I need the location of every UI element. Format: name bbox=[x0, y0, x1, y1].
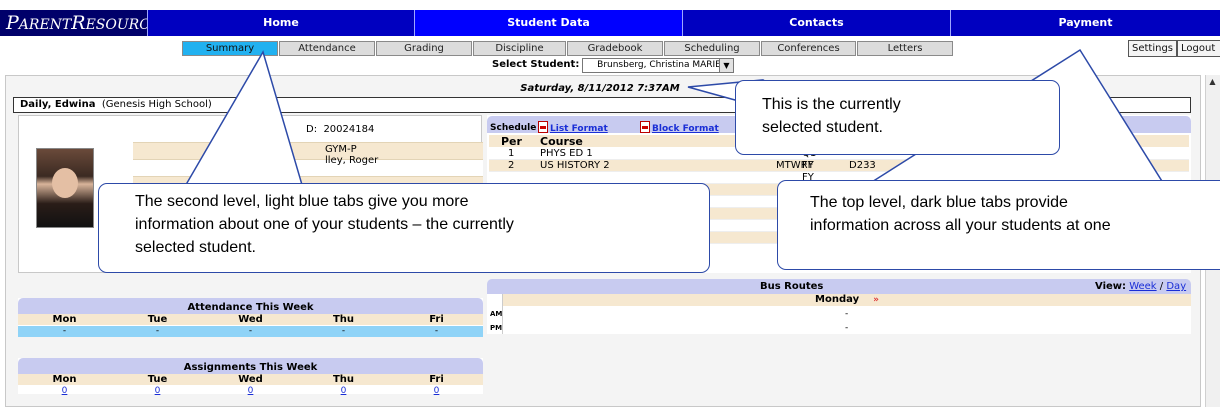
next-day-icon[interactable]: » bbox=[873, 295, 879, 305]
select-student-dropdown[interactable]: Brunsberg, Christina MARIE ▼ bbox=[582, 58, 734, 73]
bus-pm-label: PM bbox=[490, 324, 503, 332]
callout-second-level-tabs: The second level, light blue tabs give y… bbox=[98, 183, 710, 273]
student-school: (Genesis High School) bbox=[101, 99, 212, 110]
bus-am-value: - bbox=[845, 309, 849, 319]
tab-contacts[interactable]: Contacts bbox=[682, 10, 950, 36]
attendance-day-row: Mon Tue Wed Thu Fri bbox=[18, 314, 483, 325]
assignments-fri-link[interactable]: 0 bbox=[390, 386, 483, 397]
student-name: Daily, Edwina bbox=[20, 99, 96, 110]
student-counselor: lley, Roger bbox=[325, 155, 379, 166]
schedule-title: Schedule bbox=[490, 123, 537, 133]
block-format-link[interactable]: Block Format bbox=[640, 121, 719, 134]
select-student-label: Select Student: bbox=[492, 59, 580, 70]
pdf-icon bbox=[538, 121, 548, 133]
student-photo-face bbox=[52, 168, 78, 198]
bus-am-label: AM bbox=[490, 310, 503, 318]
assignments-day-row: Mon Tue Wed Thu Fri bbox=[18, 374, 483, 385]
tab-home[interactable]: Home bbox=[147, 10, 414, 36]
scroll-up-arrow-icon[interactable]: ▲ bbox=[1205, 75, 1220, 89]
schedule-row: 2 US HISTORY 2 FY MTWRF D233 Barry, Jack bbox=[489, 160, 1189, 172]
selected-student-value: Brunsberg, Christina MARIE bbox=[597, 60, 721, 70]
assignments-mon-link[interactable]: 0 bbox=[18, 386, 111, 397]
logout-button[interactable]: Logout bbox=[1177, 40, 1220, 57]
bus-view-week-link[interactable]: Week bbox=[1129, 281, 1156, 292]
assignments-tue-link[interactable]: 0 bbox=[111, 386, 204, 397]
tab-payment[interactable]: Payment bbox=[950, 10, 1220, 36]
settings-button[interactable]: Settings bbox=[1128, 40, 1178, 57]
subtab-conferences[interactable]: Conferences bbox=[761, 41, 856, 56]
attendance-value-row: - - - - - bbox=[18, 326, 483, 337]
bus-routes-header bbox=[487, 279, 1191, 294]
callout-selected-student: This is the currently selected student. bbox=[735, 80, 1060, 155]
bus-view-day-link[interactable]: Day bbox=[1166, 281, 1186, 292]
bus-day-header: Monday» bbox=[503, 294, 1191, 306]
info-row bbox=[133, 159, 483, 176]
assignments-thu-link[interactable]: 0 bbox=[297, 386, 390, 397]
student-id: D: 20024184 bbox=[306, 124, 375, 135]
assignments-wed-link[interactable]: 0 bbox=[204, 386, 297, 397]
assignments-value-row: 0 0 0 0 0 bbox=[18, 386, 483, 397]
bus-routes-title: Bus Routes bbox=[760, 281, 824, 292]
top-bar: PARENTRESOURCES Home Student Data Contac… bbox=[0, 0, 1220, 38]
student-category: GYM-P bbox=[325, 144, 357, 155]
subtab-discipline[interactable]: Discipline bbox=[473, 41, 566, 56]
subtab-gradebook[interactable]: Gradebook bbox=[567, 41, 663, 56]
callout-top-level-tabs: The top level, dark blue tabs provide in… bbox=[777, 180, 1220, 270]
info-row bbox=[133, 142, 483, 159]
sub-tabs: Summary Attendance Grading Discipline Gr… bbox=[0, 38, 1220, 58]
subtab-attendance[interactable]: Attendance bbox=[279, 41, 375, 56]
subtab-summary[interactable]: Summary bbox=[182, 41, 278, 56]
bus-pm-value: - bbox=[845, 323, 849, 333]
column-course: Course bbox=[540, 135, 583, 148]
subtab-grading[interactable]: Grading bbox=[376, 41, 472, 56]
bus-view-toggle: View: Week / Day bbox=[1095, 281, 1187, 292]
tab-student-data[interactable]: Student Data bbox=[414, 10, 682, 36]
subtab-scheduling[interactable]: Scheduling bbox=[664, 41, 760, 56]
list-format-link[interactable]: List Format bbox=[538, 121, 608, 134]
assignments-week-title: Assignments This Week bbox=[18, 358, 483, 374]
column-per: Per bbox=[501, 135, 522, 148]
subtab-letters[interactable]: Letters bbox=[857, 41, 953, 56]
chevron-down-icon[interactable]: ▼ bbox=[719, 59, 733, 72]
select-student-row: Select Student: Brunsberg, Christina MAR… bbox=[0, 57, 1220, 74]
parent-resources-logo: PARENTRESOURCES bbox=[0, 10, 147, 36]
pdf-icon bbox=[640, 121, 650, 133]
attendance-week-title: Attendance This Week bbox=[18, 298, 483, 314]
